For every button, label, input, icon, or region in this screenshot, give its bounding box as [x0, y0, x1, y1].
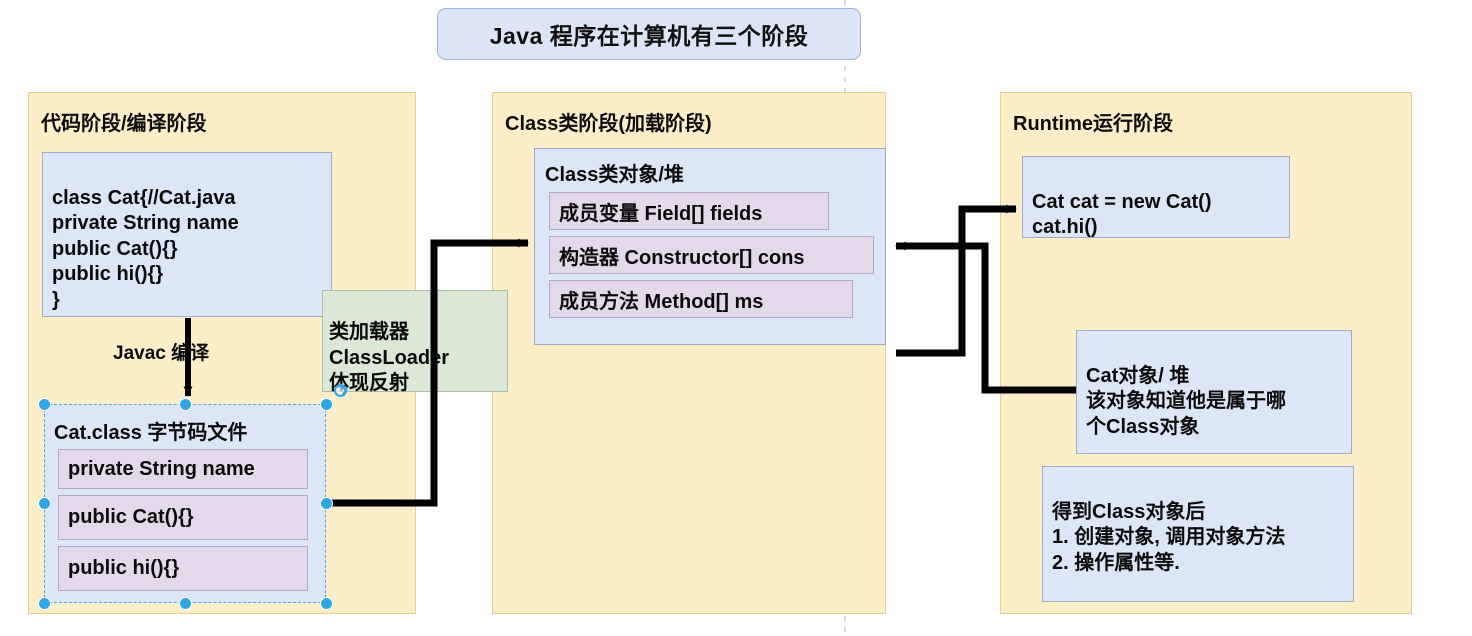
- diagram-title-banner[interactable]: Java 程序在计算机有三个阶段: [437, 8, 861, 60]
- class-object-member-label: 成员方法 Method[] ms: [559, 290, 764, 313]
- selection-handle-top-left[interactable]: [38, 398, 51, 411]
- javac-compile-text: Javac 编译: [113, 343, 210, 364]
- class-file-group[interactable]: Cat.class 字节码文件 private String name publ…: [44, 404, 326, 603]
- runtime-heap-note-text: Cat对象/ 堆 该对象知道他是属于哪 个Class对象: [1086, 364, 1286, 438]
- class-object-member-label: 构造器 Constructor[] cons: [559, 246, 805, 269]
- selection-rotate-handle[interactable]: [334, 384, 347, 397]
- diagram-title-text: Java 程序在计算机有三个阶段: [489, 23, 809, 49]
- class-file-member-label: public hi(){}: [68, 557, 180, 579]
- runtime-heap-note-box[interactable]: Cat对象/ 堆 该对象知道他是属于哪 个Class对象: [1076, 330, 1352, 454]
- selection-handle-middle-left[interactable]: [38, 497, 51, 510]
- selection-handle-middle-right[interactable]: [320, 497, 333, 510]
- selection-handle-top-center[interactable]: [179, 398, 192, 411]
- classloader-callout-box[interactable]: 类加载器 ClassLoader 体现反射: [322, 290, 508, 395]
- runtime-usage-note-text: 得到Class对象后 1. 创建对象, 调用对象方法 2. 操作属性等.: [1052, 500, 1286, 574]
- class-file-title: Cat.class 字节码文件: [54, 422, 248, 444]
- javac-compile-label: Javac 编译: [113, 338, 209, 365]
- runtime-usage-note-box[interactable]: 得到Class对象后 1. 创建对象, 调用对象方法 2. 操作属性等.: [1042, 466, 1354, 602]
- class-file-member-label: private String name: [68, 457, 255, 480]
- class-object-member-row[interactable]: 成员变量 Field[] fields: [549, 192, 829, 230]
- class-file-member-row[interactable]: private String name: [58, 449, 308, 489]
- runtime-code-box[interactable]: Cat cat = new Cat() cat.hi(): [1022, 156, 1290, 238]
- selection-handle-top-right[interactable]: [320, 398, 333, 411]
- class-object-member-label: 成员变量 Field[] fields: [559, 202, 763, 225]
- selection-handle-bottom-left[interactable]: [38, 597, 51, 610]
- selection-handle-bottom-right[interactable]: [320, 597, 333, 610]
- stage-title-runtime: Runtime运行阶段: [1013, 113, 1173, 135]
- class-object-title: Class类对象/堆: [545, 164, 684, 186]
- class-file-member-row[interactable]: public Cat(){}: [58, 495, 308, 540]
- selection-handle-bottom-center[interactable]: [179, 597, 192, 610]
- source-code-text: class Cat{//Cat.java private String name…: [52, 186, 239, 311]
- classloader-callout-text: 类加载器 ClassLoader 体现反射: [329, 321, 450, 395]
- class-object-member-row[interactable]: 成员方法 Method[] ms: [549, 280, 853, 318]
- class-file-member-label: public Cat(){}: [68, 506, 194, 528]
- runtime-code-text: Cat cat = new Cat() cat.hi(): [1032, 190, 1212, 239]
- class-file-member-row[interactable]: public hi(){}: [58, 546, 308, 591]
- diagram-canvas: Java 程序在计算机有三个阶段 代码阶段/编译阶段 class Cat{//C…: [0, 0, 1472, 636]
- source-code-box[interactable]: class Cat{//Cat.java private String name…: [42, 152, 332, 317]
- class-object-member-row[interactable]: 构造器 Constructor[] cons: [549, 236, 874, 274]
- arrow-class-to-runtime: [896, 204, 1017, 357]
- class-object-box[interactable]: Class类对象/堆 成员变量 Field[] fields 构造器 Const…: [534, 148, 886, 345]
- stage-title-class: Class类阶段(加载阶段): [505, 113, 712, 135]
- stage-title-code: 代码阶段/编译阶段: [41, 113, 207, 135]
